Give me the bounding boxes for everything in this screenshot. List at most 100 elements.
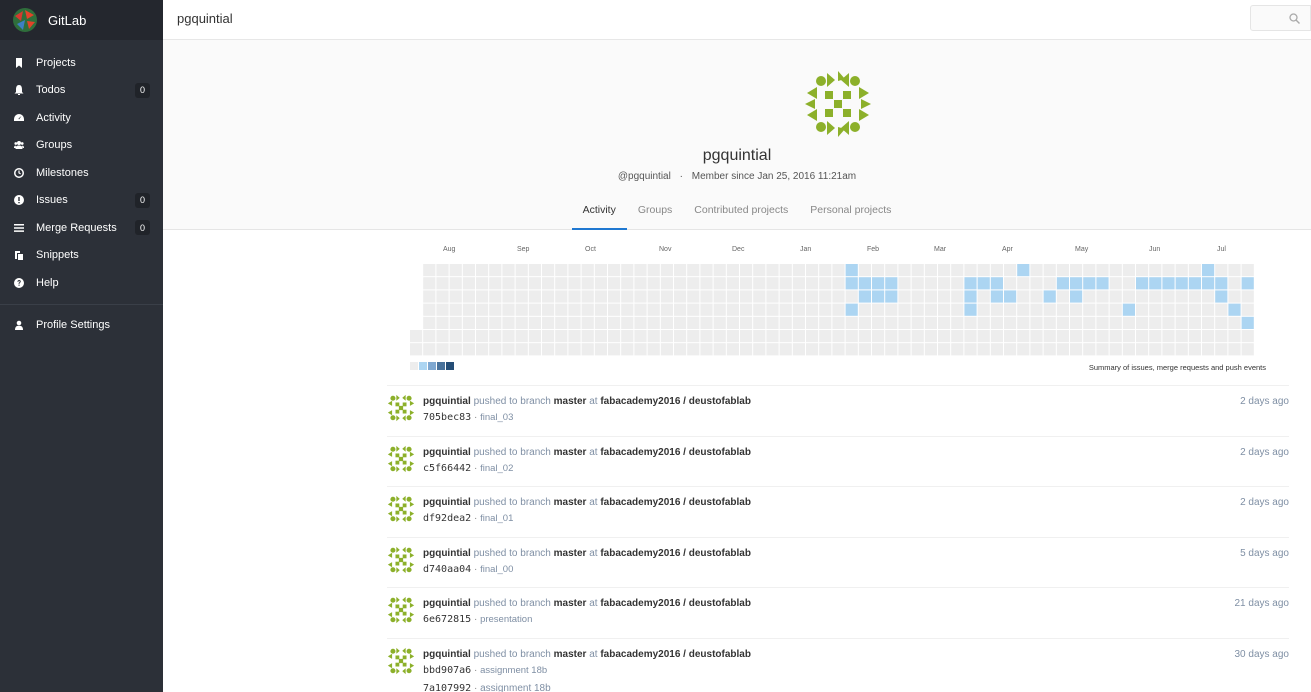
calendar-day[interactable] [489, 277, 502, 290]
calendar-day[interactable] [555, 277, 568, 290]
calendar-day[interactable] [423, 264, 436, 277]
calendar-day[interactable] [1241, 343, 1254, 356]
calendar-day[interactable] [568, 303, 581, 316]
calendar-day[interactable] [1175, 316, 1188, 329]
sidebar-item-profile-settings[interactable]: Profile Settings [0, 312, 163, 340]
event-project-link[interactable]: fabacademy2016 / deustofablab [600, 548, 751, 559]
calendar-day[interactable] [1188, 290, 1201, 303]
calendar-day[interactable] [449, 277, 462, 290]
calendar-day[interactable] [911, 303, 924, 316]
calendar-day[interactable] [1175, 277, 1188, 290]
calendar-day[interactable] [1162, 277, 1175, 290]
calendar-day[interactable] [634, 277, 647, 290]
event-branch-link[interactable]: master [554, 497, 587, 508]
calendar-day[interactable] [634, 343, 647, 356]
calendar-day[interactable] [660, 343, 673, 356]
calendar-day[interactable] [687, 264, 700, 277]
calendar-day[interactable] [938, 343, 951, 356]
calendar-day[interactable] [740, 264, 753, 277]
calendar-day[interactable] [806, 303, 819, 316]
calendar-day[interactable] [726, 303, 739, 316]
calendar-day[interactable] [819, 330, 832, 343]
calendar-day[interactable] [476, 316, 489, 329]
calendar-day[interactable] [938, 316, 951, 329]
calendar-day[interactable] [898, 264, 911, 277]
calendar-day[interactable] [1188, 277, 1201, 290]
calendar-day[interactable] [1122, 330, 1135, 343]
calendar-day[interactable] [1030, 303, 1043, 316]
calendar-day[interactable] [845, 316, 858, 329]
calendar-day[interactable] [740, 303, 753, 316]
calendar-day[interactable] [449, 303, 462, 316]
calendar-day[interactable] [608, 343, 621, 356]
calendar-day[interactable] [1109, 277, 1122, 290]
calendar-day[interactable] [740, 290, 753, 303]
calendar-day[interactable] [1043, 316, 1056, 329]
calendar-day[interactable] [1228, 290, 1241, 303]
calendar-day[interactable] [542, 303, 555, 316]
calendar-day[interactable] [806, 343, 819, 356]
calendar-day[interactable] [608, 316, 621, 329]
commit-sha-link[interactable]: d740aa04 [423, 564, 471, 575]
calendar-day[interactable] [1136, 290, 1149, 303]
calendar-day[interactable] [1136, 316, 1149, 329]
calendar-day[interactable] [885, 330, 898, 343]
calendar-day[interactable] [792, 330, 805, 343]
calendar-day[interactable] [964, 330, 977, 343]
calendar-day[interactable] [1070, 330, 1083, 343]
sidebar-item-help[interactable]: Help [0, 269, 163, 297]
calendar-day[interactable] [660, 264, 673, 277]
calendar-day[interactable] [990, 290, 1003, 303]
calendar-day[interactable] [872, 264, 885, 277]
calendar-day[interactable] [1030, 277, 1043, 290]
calendar-day[interactable] [1215, 330, 1228, 343]
calendar-day[interactable] [951, 277, 964, 290]
commit-sha-link[interactable]: 7a107992 [423, 683, 471, 692]
calendar-day[interactable] [555, 303, 568, 316]
sidebar-item-snippets[interactable]: Snippets [0, 242, 163, 270]
calendar-day[interactable] [621, 264, 634, 277]
calendar-day[interactable] [898, 343, 911, 356]
calendar-day[interactable] [964, 264, 977, 277]
calendar-day[interactable] [1056, 303, 1069, 316]
calendar-day[interactable] [806, 264, 819, 277]
event-branch-link[interactable]: master [554, 649, 587, 660]
calendar-day[interactable] [687, 330, 700, 343]
calendar-day[interactable] [1056, 264, 1069, 277]
calendar-day[interactable] [1188, 264, 1201, 277]
sidebar-item-merge-requests[interactable]: Merge Requests 0 [0, 214, 163, 242]
event-branch-link[interactable]: master [554, 598, 587, 609]
calendar-day[interactable] [872, 330, 885, 343]
commit-sha-link[interactable]: c5f66442 [423, 463, 471, 474]
calendar-day[interactable] [542, 264, 555, 277]
avatar[interactable] [387, 394, 415, 422]
calendar-day[interactable] [1043, 277, 1056, 290]
calendar-day[interactable] [1202, 290, 1215, 303]
calendar-day[interactable] [792, 303, 805, 316]
calendar-day[interactable] [581, 330, 594, 343]
calendar-day[interactable] [700, 303, 713, 316]
event-user-link[interactable]: pgquintial [423, 548, 471, 559]
calendar-day[interactable] [1162, 303, 1175, 316]
calendar-day[interactable] [1202, 343, 1215, 356]
calendar-day[interactable] [819, 277, 832, 290]
calendar-day[interactable] [1228, 316, 1241, 329]
calendar-day[interactable] [489, 316, 502, 329]
calendar-day[interactable] [845, 264, 858, 277]
calendar-day[interactable] [581, 343, 594, 356]
calendar-day[interactable] [555, 343, 568, 356]
calendar-day[interactable] [806, 277, 819, 290]
calendar-day[interactable] [555, 316, 568, 329]
calendar-day[interactable] [542, 330, 555, 343]
calendar-day[interactable] [1122, 303, 1135, 316]
event-branch-link[interactable]: master [554, 447, 587, 458]
calendar-day[interactable] [964, 277, 977, 290]
calendar-day[interactable] [528, 290, 541, 303]
calendar-day[interactable] [674, 290, 687, 303]
calendar-day[interactable] [515, 343, 528, 356]
calendar-day[interactable] [792, 343, 805, 356]
calendar-day[interactable] [687, 277, 700, 290]
calendar-day[interactable] [674, 264, 687, 277]
calendar-day[interactable] [911, 290, 924, 303]
calendar-day[interactable] [832, 264, 845, 277]
